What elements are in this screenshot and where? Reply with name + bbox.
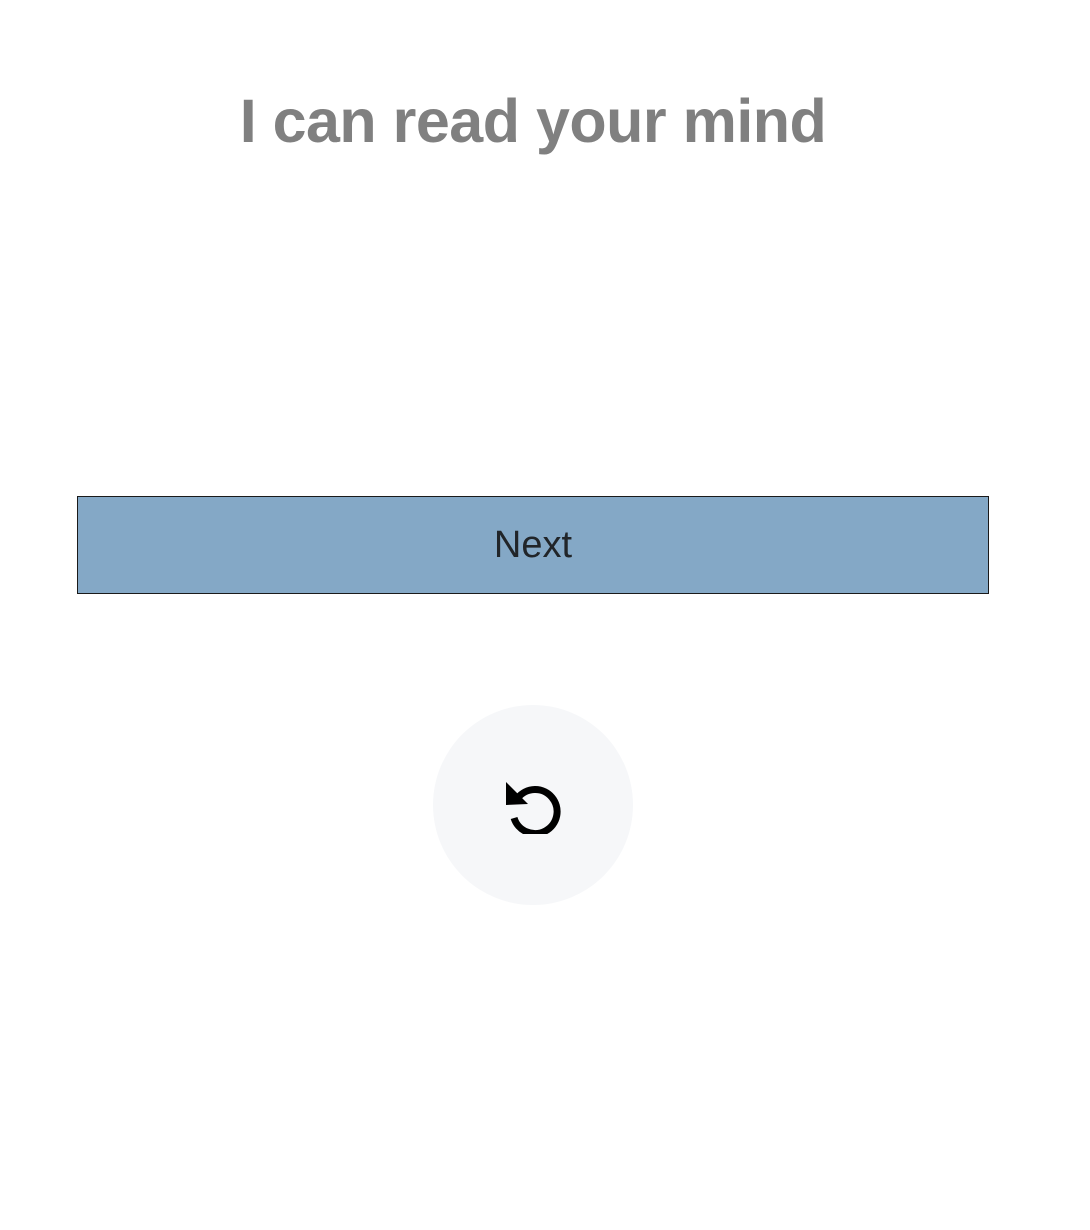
reset-icon (504, 776, 562, 834)
reset-button[interactable] (433, 705, 633, 905)
page-title: I can read your mind (239, 87, 827, 155)
next-button[interactable]: Next (77, 496, 989, 594)
next-button-label: Next (493, 523, 573, 566)
